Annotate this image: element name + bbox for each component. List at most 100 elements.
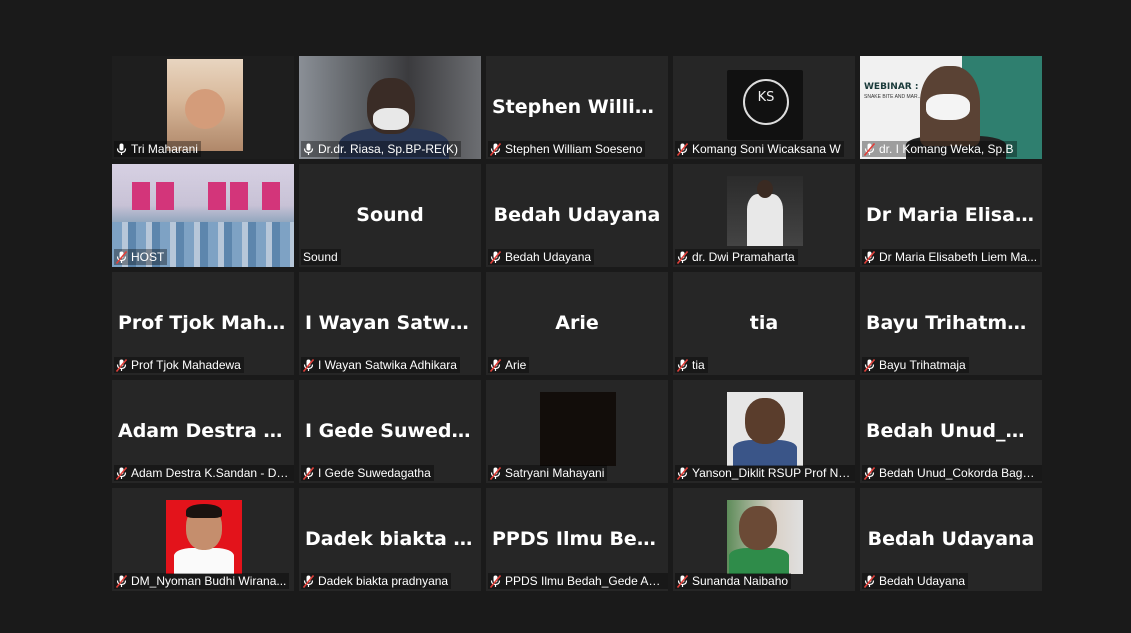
participant-name-label: Satryani Mahayani: [488, 465, 608, 481]
mic-muted-icon: [864, 466, 875, 480]
participant-display-name: Dadek biakta pr...: [305, 528, 481, 550]
participant-tile[interactable]: Tri Maharani: [112, 56, 294, 159]
participant-name-label: Dr.dr. Riasa, Sp.BP-RE(K): [301, 141, 462, 157]
mic-muted-icon: [490, 358, 501, 372]
participant-display-name: Adam Destra K....: [118, 420, 294, 442]
gallery-grid: Tri Maharani Dr.dr. Riasa, Sp.BP-RE(K) Ste…: [112, 56, 1042, 591]
participant-name: Tri Maharani: [131, 142, 198, 156]
participant-name-label: Yanson_Diklit RSUP Prof Ng...: [675, 465, 855, 481]
mic-muted-icon: [490, 466, 501, 480]
participant-tile[interactable]: Bedah Udayana Bedah Udayana: [860, 488, 1042, 591]
participant-name: DM_Nyoman Budhi Wirana...: [131, 574, 287, 588]
participant-name-label: DM_Nyoman Budhi Wirana...: [114, 573, 290, 589]
participant-name-label: Bayu Trihatmaja: [862, 357, 969, 373]
mic-muted-icon: [677, 142, 688, 156]
mic-muted-icon: [490, 142, 501, 156]
participant-name: Bayu Trihatmaja: [879, 358, 966, 372]
participant-name-label: Bedah Udayana: [862, 573, 969, 589]
participant-name: I Gede Suwedagatha: [318, 466, 431, 480]
participant-display-name: Stephen Willia...: [492, 96, 668, 118]
participant-tile[interactable]: Bedah Unud_Co... Bedah Unud_Cokorda Bagus…: [860, 380, 1042, 483]
participant-tile[interactable]: I Wayan Satwik... I Wayan Satwika Adhikar…: [299, 272, 481, 375]
participant-name: Prof Tjok Mahadewa: [131, 358, 241, 372]
participant-name-label: Bedah Udayana: [488, 249, 595, 265]
mic-muted-icon: [677, 358, 688, 372]
participant-name: Adam Destra K.Sandan - DAM: [131, 466, 292, 480]
mic-muted-icon: [677, 250, 688, 264]
participant-display-name: Sound: [356, 204, 424, 226]
participant-display-name: Bedah Udayana: [867, 528, 1035, 550]
participant-tile[interactable]: KS Komang Soni Wicaksana W: [673, 56, 855, 159]
participant-display-name: I Wayan Satwik...: [305, 312, 481, 334]
participant-display-name: Dr Maria Elisab...: [866, 204, 1042, 226]
mic-muted-icon: [864, 574, 875, 588]
participant-name-label: HOST: [114, 249, 168, 265]
participant-tile[interactable]: Arie Arie: [486, 272, 668, 375]
mic-muted-icon: [677, 574, 688, 588]
participant-name: dr. Dwi Pramaharta: [692, 250, 795, 264]
participant-display-name: Bedah Udayana: [493, 204, 661, 226]
mic-muted-icon: [116, 250, 127, 264]
participant-name-label: Adam Destra K.Sandan - DAM: [114, 465, 294, 481]
mic-muted-icon: [490, 250, 501, 264]
participant-display-name: Bedah Unud_Co...: [866, 420, 1042, 442]
participant-tile[interactable]: Satryani Mahayani: [486, 380, 668, 483]
participant-name-label: I Gede Suwedagatha: [301, 465, 434, 481]
participant-name: Bedah Udayana: [879, 574, 966, 588]
participant-name-label: Dr Maria Elisabeth Liem Ma...: [862, 249, 1041, 265]
participant-tile[interactable]: Sunanda Naibaho: [673, 488, 855, 591]
participant-display-name: Bayu Trihatmaja: [866, 312, 1040, 334]
participant-name: Bedah Unud_Cokorda Bagus...: [879, 466, 1040, 480]
participant-name-label: Sound: [301, 249, 341, 265]
participant-name: Arie: [505, 358, 527, 372]
participant-display-name: Prof Tjok Maha...: [118, 312, 294, 334]
participant-tile[interactable]: Stephen Willia... Stephen William Soeseno: [486, 56, 668, 159]
participant-name-label: Bedah Unud_Cokorda Bagus...: [862, 465, 1042, 481]
participant-name-label: dr. I Komang Weka, Sp.B: [862, 141, 1017, 157]
participant-name: Bedah Udayana: [505, 250, 592, 264]
participant-name-label: tia: [675, 357, 708, 373]
participant-tile[interactable]: WEBINAR : SNAKE BITE AND MAR... VENOMOUS …: [860, 56, 1042, 159]
participant-name-label: I Wayan Satwika Adhikara: [301, 357, 460, 373]
participant-name: Yanson_Diklit RSUP Prof Ng...: [692, 466, 853, 480]
participant-name: dr. I Komang Weka, Sp.B: [879, 142, 1014, 156]
participant-tile[interactable]: Adam Destra K.... Adam Destra K.Sandan - …: [112, 380, 294, 483]
participant-name-label: dr. Dwi Pramaharta: [675, 249, 798, 265]
participant-name-label: Dadek biakta pradnyana: [301, 573, 452, 589]
mic-muted-icon: [864, 250, 875, 264]
mic-muted-icon: [303, 358, 314, 372]
participant-tile[interactable]: HOST: [112, 164, 294, 267]
participant-name: Sound: [303, 250, 338, 264]
participant-tile[interactable]: Dr Maria Elisab... Dr Maria Elisabeth Lie…: [860, 164, 1042, 267]
participant-tile[interactable]: Bedah Udayana Bedah Udayana: [486, 164, 668, 267]
mic-muted-icon: [864, 358, 875, 372]
participant-name-label: Prof Tjok Mahadewa: [114, 357, 244, 373]
participant-tile[interactable]: PPDS Ilmu Bed... PPDS Ilmu Bedah_Gede Adi…: [486, 488, 668, 591]
participant-tile[interactable]: Dadek biakta pr... Dadek biakta pradnyana: [299, 488, 481, 591]
participant-name: tia: [692, 358, 705, 372]
participant-name-label: Tri Maharani: [114, 141, 201, 157]
participant-tile[interactable]: Yanson_Diklit RSUP Prof Ng...: [673, 380, 855, 483]
participant-tile[interactable]: dr. Dwi Pramaharta: [673, 164, 855, 267]
mic-muted-icon: [116, 574, 127, 588]
mic-icon: [303, 143, 314, 155]
participant-tile[interactable]: Dr.dr. Riasa, Sp.BP-RE(K): [299, 56, 481, 159]
participant-display-name: Arie: [555, 312, 599, 334]
participant-tile[interactable]: Sound Sound: [299, 164, 481, 267]
mic-muted-icon: [677, 466, 688, 480]
participant-tile[interactable]: DM_Nyoman Budhi Wirana...: [112, 488, 294, 591]
mic-muted-icon: [303, 466, 314, 480]
participant-name: Dr Maria Elisabeth Liem Ma...: [879, 250, 1038, 264]
participant-tile[interactable]: Prof Tjok Maha... Prof Tjok Mahadewa: [112, 272, 294, 375]
participant-name-label: Arie: [488, 357, 530, 373]
slide-title: WEBINAR :: [864, 82, 919, 92]
participant-tile[interactable]: Bayu Trihatmaja Bayu Trihatmaja: [860, 272, 1042, 375]
participant-name-label: Komang Soni Wicaksana W: [675, 141, 844, 157]
mic-muted-icon: [303, 574, 314, 588]
participant-name-label: Stephen William Soeseno: [488, 141, 646, 157]
participant-tile[interactable]: I Gede Suweda... I Gede Suwedagatha: [299, 380, 481, 483]
participant-name: HOST: [131, 250, 165, 264]
mic-muted-icon: [490, 574, 501, 588]
participant-tile[interactable]: tia tia: [673, 272, 855, 375]
participant-name: I Wayan Satwika Adhikara: [318, 358, 457, 372]
